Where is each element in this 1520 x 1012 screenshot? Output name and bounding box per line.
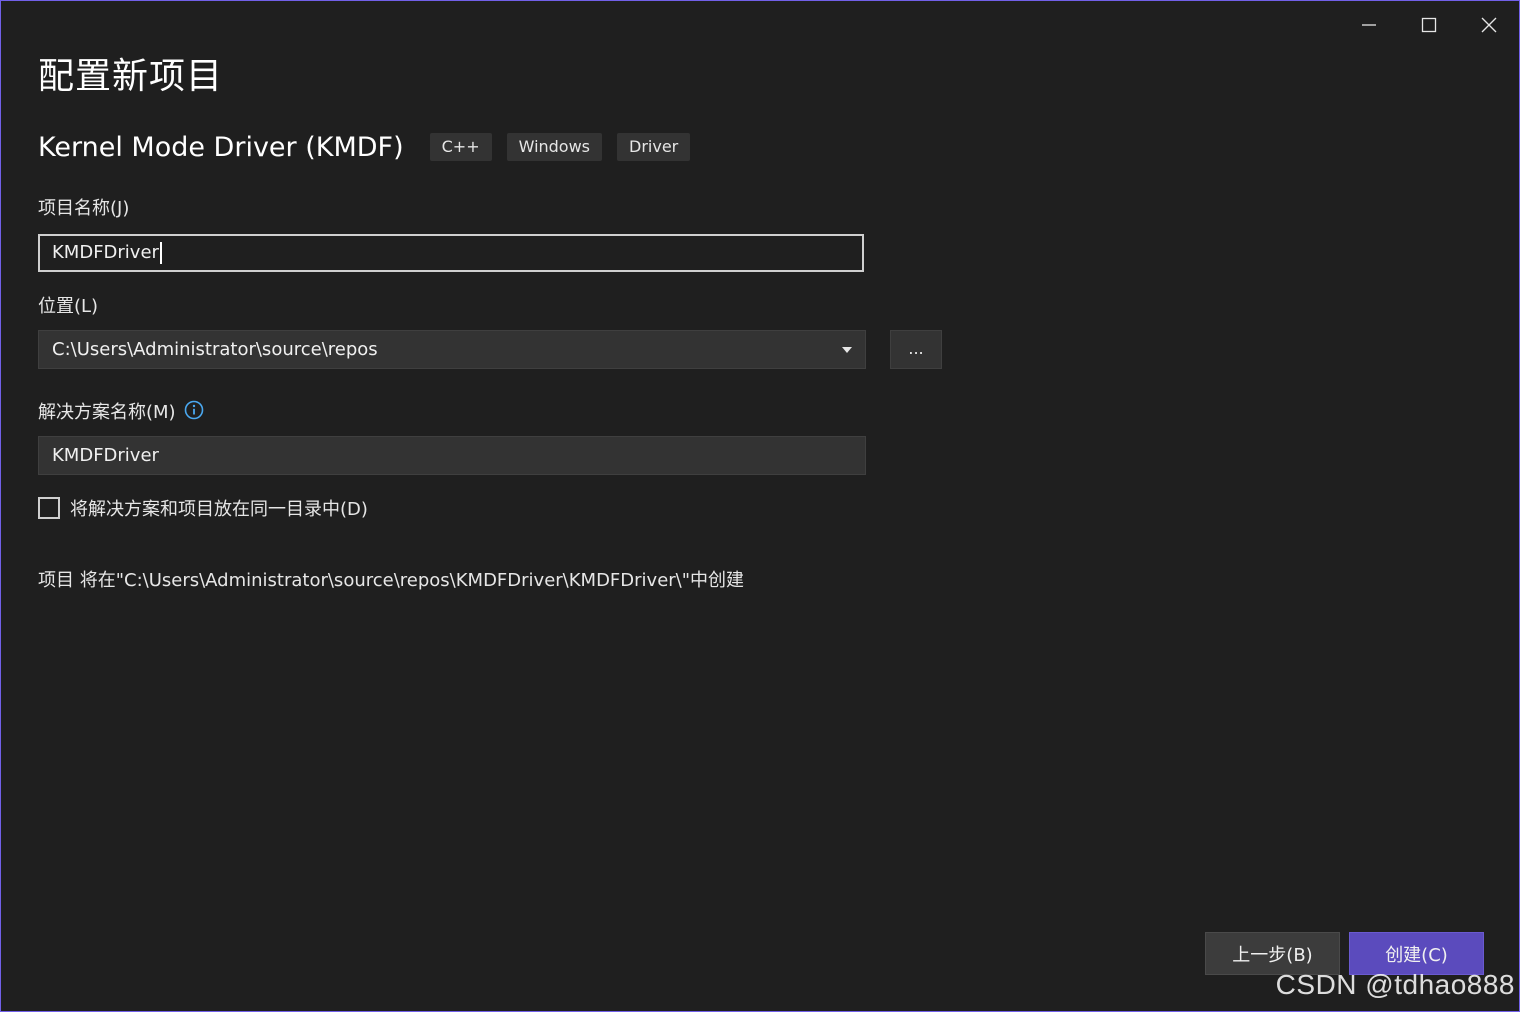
template-name: Kernel Mode Driver (KMDF) [38, 131, 404, 163]
same-directory-checkbox[interactable] [38, 497, 60, 519]
minimize-button[interactable] [1339, 9, 1399, 41]
info-icon[interactable] [184, 400, 204, 420]
project-name-input[interactable]: KMDFDriver [38, 234, 864, 272]
tag-platform: Windows [506, 133, 603, 161]
solution-name-label: 解决方案名称(M) [38, 402, 176, 423]
close-icon [1481, 17, 1497, 33]
text-caret [159, 242, 162, 264]
window-controls [1339, 9, 1519, 41]
tag-project-type: Driver [617, 133, 691, 161]
template-header: Kernel Mode Driver (KMDF) C++ Windows Dr… [38, 129, 705, 165]
location-combobox[interactable]: C:\Users\Administrator\source\repos [38, 330, 866, 369]
project-path-note: 项目 将在"C:\Users\Administrator\source\repo… [38, 570, 745, 591]
minimize-icon [1362, 24, 1376, 26]
chevron-down-icon [842, 346, 852, 353]
maximize-button[interactable] [1399, 9, 1459, 41]
close-button[interactable] [1459, 9, 1519, 41]
watermark: CSDN @tdhao888 [1275, 969, 1515, 1000]
page-title: 配置新项目 [38, 56, 224, 97]
project-name-label: 项目名称(J) [38, 198, 130, 219]
browse-button[interactable]: ... [890, 330, 942, 369]
same-directory-option[interactable]: 将解决方案和项目放在同一目录中(D) [38, 495, 368, 521]
project-name-value: KMDFDriver [52, 242, 159, 263]
maximize-icon [1421, 17, 1437, 33]
same-directory-label: 将解决方案和项目放在同一目录中(D) [70, 499, 368, 520]
configure-project-window: 配置新项目 Kernel Mode Driver (KMDF) C++ Wind… [0, 0, 1520, 1012]
tag-language: C++ [429, 133, 492, 161]
location-label: 位置(L) [38, 296, 99, 317]
location-value: C:\Users\Administrator\source\repos [52, 339, 378, 360]
solution-name-input[interactable]: KMDFDriver [38, 436, 866, 475]
solution-name-value: KMDFDriver [52, 445, 159, 466]
